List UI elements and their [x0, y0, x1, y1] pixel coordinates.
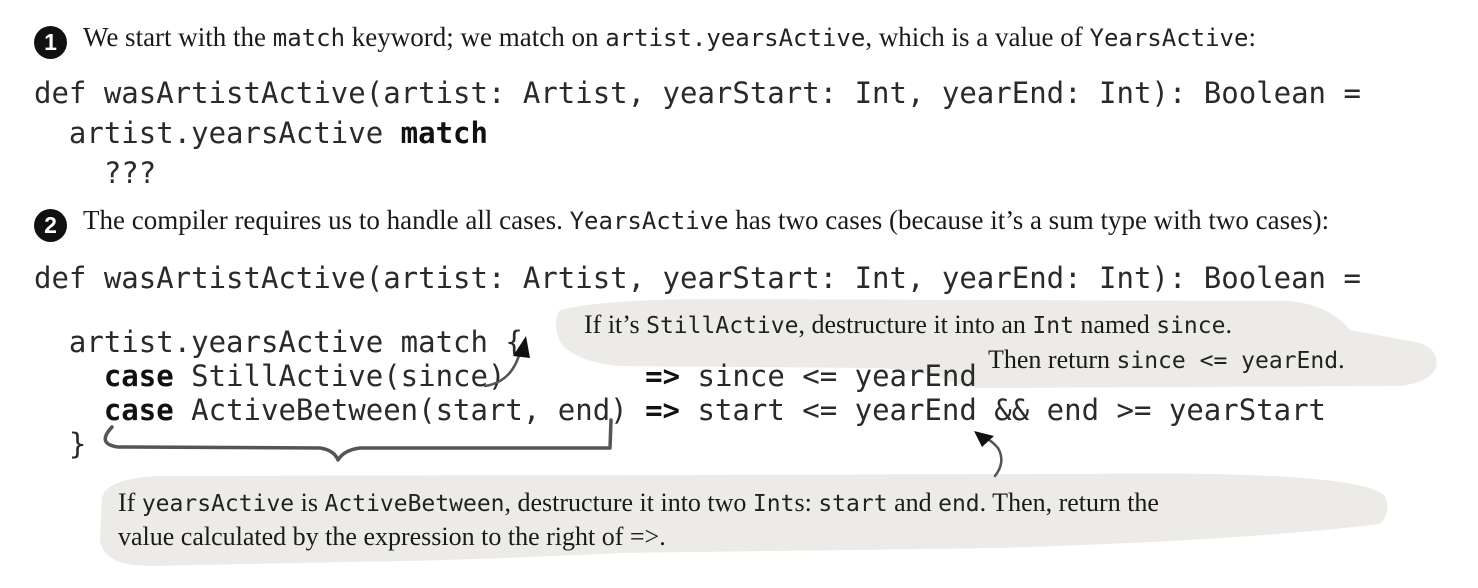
and-operator-arrowhead-icon [974, 431, 994, 447]
and-operator-pointer-curve [984, 436, 1003, 478]
since-arrowhead-icon [513, 336, 530, 358]
annotation-strokes [103, 336, 1003, 478]
since-pointer-curve [483, 350, 522, 388]
case-pattern-bracket [103, 418, 613, 462]
